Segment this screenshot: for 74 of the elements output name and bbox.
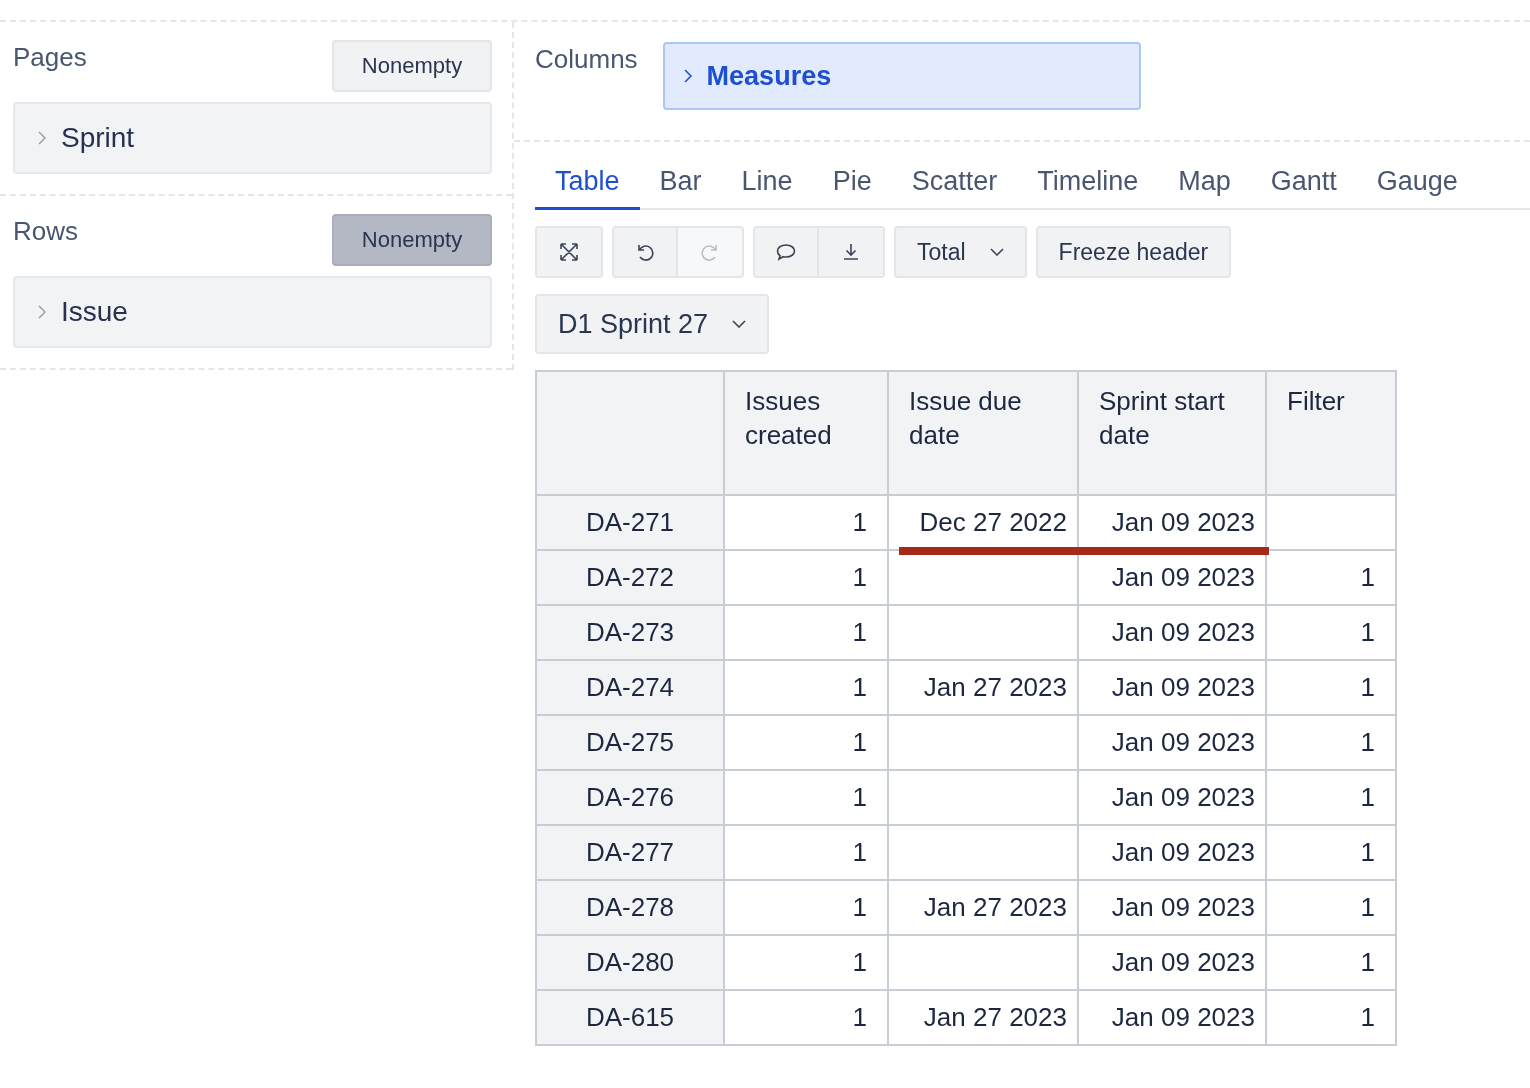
table-cell: 1 (724, 770, 888, 825)
freeze-header-button[interactable]: Freeze header (1035, 226, 1232, 278)
view-tab[interactable]: Pie (812, 162, 892, 210)
table-cell: 1 (1266, 990, 1396, 1045)
undo-button[interactable] (614, 228, 678, 276)
row-header: DA-273 (536, 605, 724, 660)
column-header: Filter (1266, 371, 1396, 495)
table-cell: Jan 27 2023 (888, 990, 1078, 1045)
comment-button[interactable] (755, 228, 819, 276)
row-header: DA-274 (536, 660, 724, 715)
table-cell: 1 (1266, 825, 1396, 880)
row-header: DA-615 (536, 990, 724, 1045)
table-cell: Jan 09 2023 (1078, 660, 1266, 715)
table-cell: 1 (724, 935, 888, 990)
section-title: Rows (13, 216, 78, 247)
section-title: Pages (13, 42, 87, 73)
chevron-icon (682, 68, 693, 84)
table-cell: 1 (1266, 880, 1396, 935)
total-dropdown[interactable]: Total (894, 226, 1027, 278)
chevron-icon (37, 130, 47, 146)
table-cell: 1 (724, 990, 888, 1045)
table-cell: Jan 09 2023 (1078, 770, 1266, 825)
chevron-icon (37, 304, 47, 320)
page-filter-dropdown[interactable]: D1 Sprint 27 (535, 294, 770, 354)
view-tab[interactable]: Gantt (1250, 162, 1357, 210)
table-cell: Jan 09 2023 (1078, 715, 1266, 770)
table-cell: 1 (724, 825, 888, 880)
table-cell: 1 (1266, 715, 1396, 770)
view-tab[interactable]: Gauge (1356, 162, 1478, 210)
dimension-item[interactable]: Sprint (13, 102, 492, 174)
table-cell: 1 (724, 660, 888, 715)
view-tab[interactable]: Scatter (891, 162, 1018, 210)
table-cell: 1 (1266, 770, 1396, 825)
column-header: Sprint start date (1078, 371, 1266, 495)
row-header: DA-276 (536, 770, 724, 825)
row-header: DA-278 (536, 880, 724, 935)
table-cell: Jan 09 2023 (1078, 880, 1266, 935)
row-header: DA-280 (536, 935, 724, 990)
column-header: Issue due date (888, 371, 1078, 495)
table-cell: 1 (1266, 605, 1396, 660)
measures-item[interactable]: Measures (662, 42, 1141, 110)
row-header: DA-272 (536, 550, 724, 605)
table-cell: Jan 09 2023 (1078, 990, 1266, 1045)
nonempty-toggle[interactable]: Nonempty (332, 40, 492, 92)
table-cell: 1 (724, 495, 888, 550)
download-button[interactable] (819, 228, 883, 276)
caret-icon (732, 320, 747, 328)
row-header: DA-271 (536, 495, 724, 550)
table-cell: Jan 27 2023 (888, 880, 1078, 935)
nonempty-toggle[interactable]: Nonempty (332, 214, 492, 266)
table-cell: Jan 27 2023 (888, 660, 1078, 715)
row-header: DA-277 (536, 825, 724, 880)
table-cell: 1 (724, 880, 888, 935)
table-cell: Jan 09 2023 (1078, 825, 1266, 880)
table-cell: 1 (1266, 550, 1396, 605)
section-title: Columns (535, 44, 638, 76)
table-cell: 1 (1266, 660, 1396, 715)
expand-icon (557, 240, 581, 264)
view-tab[interactable]: Table (535, 162, 640, 210)
table-cell: 1 (724, 605, 888, 660)
view-tab[interactable]: Line (721, 162, 813, 210)
view-tab[interactable]: Timeline (1017, 162, 1159, 210)
table-cell: 1 (1266, 935, 1396, 990)
dimension-item[interactable]: Issue (13, 276, 492, 348)
view-tab[interactable]: Bar (639, 162, 722, 210)
table-cell: 1 (724, 715, 888, 770)
view-tab[interactable]: Map (1158, 162, 1251, 210)
table-cell: Jan 09 2023 (1078, 605, 1266, 660)
column-header: Issues created (724, 371, 888, 495)
row-header: DA-275 (536, 715, 724, 770)
table-cell: 1 (724, 550, 888, 605)
caret-icon (989, 248, 1004, 256)
table-cell: Jan 09 2023 (1078, 935, 1266, 990)
fullscreen-button[interactable] (537, 228, 601, 276)
